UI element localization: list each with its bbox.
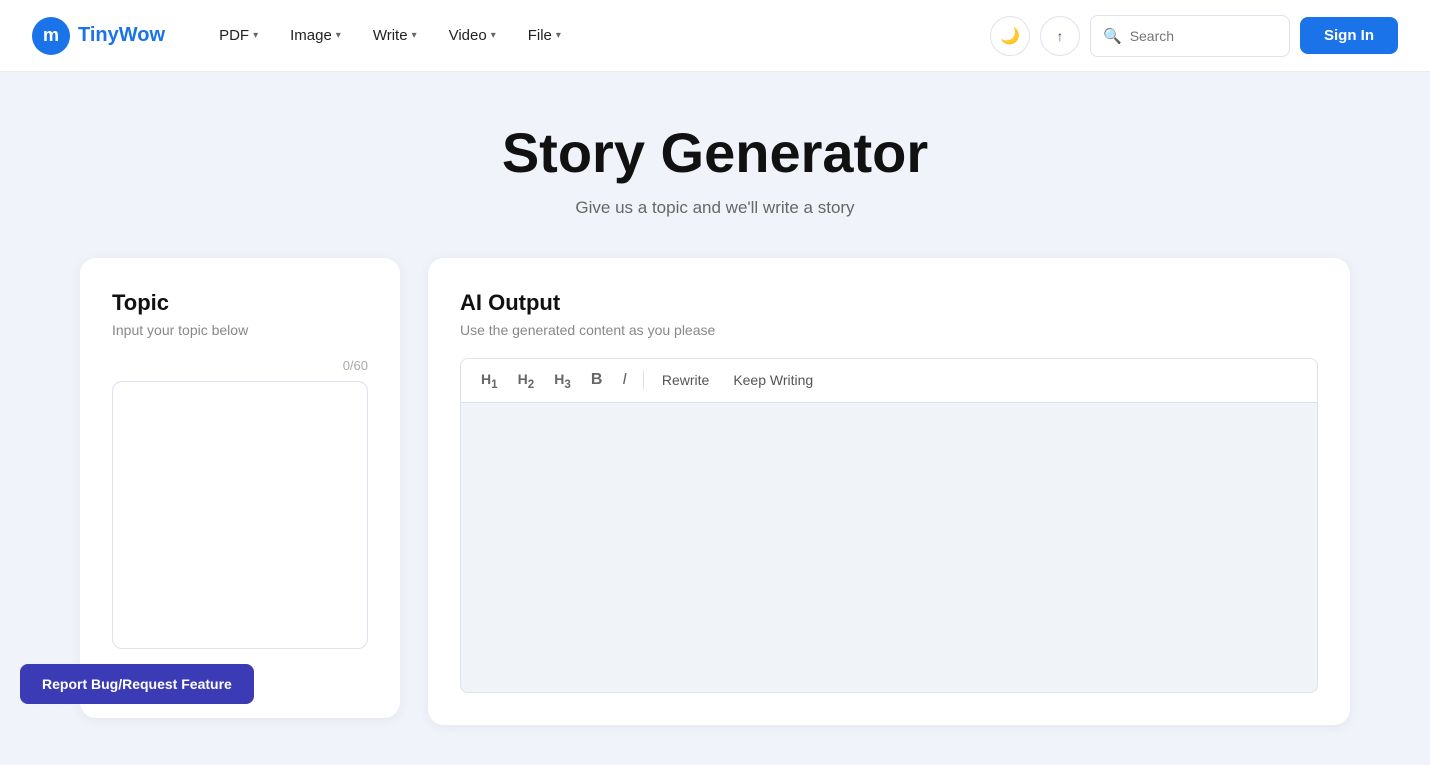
ai-output-card: AI Output Use the generated content as y… [428, 258, 1350, 726]
moon-icon: 🌙 [1000, 26, 1020, 46]
search-input[interactable] [1130, 28, 1270, 44]
rewrite-button[interactable]: Rewrite [652, 368, 719, 392]
page-title: Story Generator [80, 122, 1350, 184]
share-button[interactable]: ↑ [1040, 16, 1080, 56]
ai-output-title: AI Output [460, 290, 1318, 316]
chevron-icon: ▾ [412, 30, 417, 41]
h3-button[interactable]: H3 [546, 367, 579, 395]
nav-item-write[interactable]: Write ▾ [359, 19, 431, 52]
topic-card-title: Topic [112, 290, 368, 316]
topic-card-subtitle: Input your topic below [112, 322, 368, 338]
italic-button[interactable]: I [614, 367, 634, 393]
report-bug-button[interactable]: Report Bug/Request Feature [20, 664, 254, 704]
logo-text: TinyWow [78, 24, 165, 47]
h1-button[interactable]: H1 [473, 367, 506, 395]
nav-item-file[interactable]: File ▾ [514, 19, 575, 52]
editor-toolbar: H1 H2 H3 B I Rewrite K [460, 358, 1318, 404]
topic-textarea[interactable] [112, 381, 368, 649]
nav-item-image[interactable]: Image ▾ [276, 19, 355, 52]
page-subtitle: Give us a topic and we'll write a story [80, 198, 1350, 218]
toolbar-separator [643, 370, 644, 390]
keep-writing-button[interactable]: Keep Writing [723, 368, 823, 392]
dark-mode-button[interactable]: 🌙 [990, 16, 1030, 56]
nav-links: PDF ▾ Image ▾ Write ▾ Video ▾ File ▾ [205, 19, 990, 52]
page-header: Story Generator Give us a topic and we'l… [80, 122, 1350, 218]
nav-right: 🌙 ↑ 🔍 Sign In [990, 15, 1398, 57]
search-icon: 🔍 [1103, 27, 1122, 45]
nav-item-pdf[interactable]: PDF ▾ [205, 19, 272, 52]
chevron-icon: ▾ [336, 30, 341, 41]
h2-button[interactable]: H2 [510, 367, 543, 395]
chevron-icon: ▾ [491, 30, 496, 41]
logo[interactable]: m TinyWow [32, 17, 165, 55]
navbar: m TinyWow PDF ▾ Image ▾ Write ▾ Video ▾ … [0, 0, 1430, 72]
nav-item-video[interactable]: Video ▾ [435, 19, 510, 52]
char-count: 0/60 [112, 358, 368, 373]
ai-output-subtitle: Use the generated content as you please [460, 322, 1318, 338]
topic-card: Topic Input your topic below 0/60 Paragr… [80, 258, 400, 718]
search-box: 🔍 [1090, 15, 1290, 57]
editor-area[interactable] [460, 403, 1318, 693]
signin-button[interactable]: Sign In [1300, 17, 1398, 54]
logo-icon: m [32, 17, 70, 55]
main-content: Story Generator Give us a topic and we'l… [0, 72, 1430, 765]
chevron-icon: ▾ [556, 30, 561, 41]
bold-button[interactable]: B [583, 367, 611, 393]
cards-row: Topic Input your topic below 0/60 Paragr… [80, 258, 1350, 726]
chevron-icon: ▾ [253, 30, 258, 41]
share-icon: ↑ [1057, 28, 1064, 44]
